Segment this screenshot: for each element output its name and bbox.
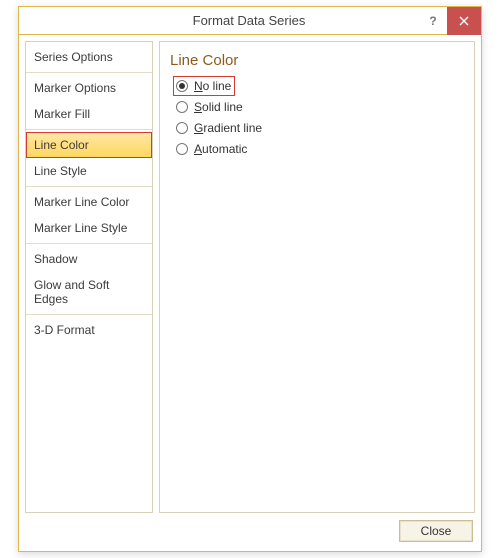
radio-label: Solid line (194, 100, 243, 114)
radio-gradient-line[interactable]: Gradient line (176, 119, 464, 137)
line-color-options: No line Solid line Gradient line Automatic (170, 77, 464, 158)
close-button-label: Close (421, 524, 452, 538)
sidebar-separator (26, 314, 152, 315)
sidebar-item-series-options[interactable]: Series Options (26, 44, 152, 70)
dialog-body: Series Options Marker OptionsMarker Fill L… (19, 35, 481, 517)
sidebar-item-3-d-format[interactable]: 3-D Format (26, 317, 152, 343)
dialog-footer: Close (19, 517, 481, 551)
radio-label: No line (194, 79, 231, 93)
window-title: Format Data Series (19, 13, 419, 28)
sidebar-separator (26, 186, 152, 187)
sidebar-separator (26, 72, 152, 73)
radio-indicator-icon (176, 143, 188, 155)
radio-indicator-icon (176, 101, 188, 113)
radio-automatic[interactable]: Automatic (176, 140, 464, 158)
close-window-button[interactable] (447, 7, 481, 35)
sidebar-item-shadow[interactable]: Shadow (26, 246, 152, 272)
sidebar-item-marker-line-color[interactable]: Marker Line Color (26, 189, 152, 215)
content-panel: Line Color No line Solid line Gradient lin… (159, 41, 475, 513)
radio-label: Automatic (194, 142, 247, 156)
radio-indicator-icon (176, 80, 188, 92)
sidebar-separator (26, 243, 152, 244)
close-icon (459, 16, 469, 26)
sidebar-item-line-color[interactable]: Line Color (26, 132, 152, 158)
sidebar-separator (26, 129, 152, 130)
sidebar-item-marker-fill[interactable]: Marker Fill (26, 101, 152, 127)
radio-label: Gradient line (194, 121, 262, 135)
sidebar-item-glow-and-soft-edges[interactable]: Glow and Soft Edges (26, 272, 152, 312)
sidebar-item-marker-options[interactable]: Marker Options (26, 75, 152, 101)
radio-no-line[interactable]: No line (174, 77, 234, 95)
close-button[interactable]: Close (399, 520, 473, 542)
sidebar-item-line-style[interactable]: Line Style (26, 158, 152, 184)
format-data-series-dialog: Format Data Series ? Series Options Marke… (18, 6, 482, 552)
titlebar: Format Data Series ? (19, 7, 481, 35)
help-icon: ? (429, 14, 436, 28)
sidebar-item-marker-line-style[interactable]: Marker Line Style (26, 215, 152, 241)
radio-solid-line[interactable]: Solid line (176, 98, 464, 116)
panel-heading: Line Color (170, 52, 464, 69)
category-sidebar: Series Options Marker OptionsMarker Fill L… (25, 41, 153, 513)
help-button[interactable]: ? (419, 7, 447, 35)
radio-indicator-icon (176, 122, 188, 134)
